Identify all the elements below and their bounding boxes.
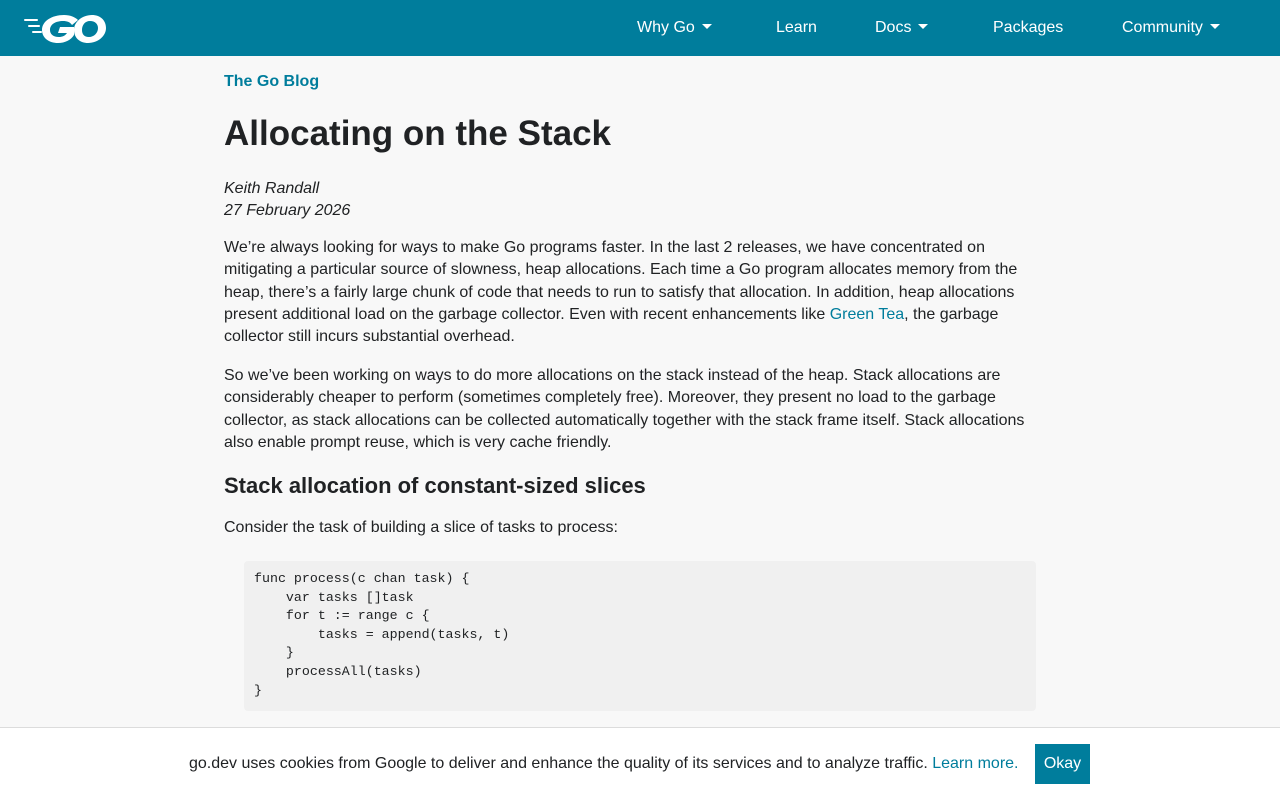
nav-packages-label: Packages (993, 19, 1064, 36)
section-heading: Stack allocation of constant-sized slice… (224, 473, 646, 498)
nav-docs[interactable]: Docs (875, 0, 929, 56)
nav-docs-label: Docs (875, 19, 912, 36)
cookie-banner: go.dev uses cookies from Google to deliv… (0, 727, 1280, 800)
green-tea-link[interactable]: Green Tea (830, 306, 904, 323)
nav-packages[interactable]: Packages (993, 0, 1063, 56)
paragraph-intro: We’re always looking for ways to make Go… (224, 237, 1036, 348)
chevron-down-icon (918, 24, 929, 30)
go-logo-icon[interactable] (24, 13, 108, 45)
paragraph-stack-allocations: So we’ve been working on ways to do more… (224, 367, 1025, 451)
top-navigation-bar: Why Go Learn Docs Packages Community (0, 0, 1280, 56)
blog-breadcrumb-link[interactable]: The Go Blog (224, 73, 319, 91)
article-author: Keith Randall (224, 180, 320, 197)
cookie-notice: go.dev uses cookies from Google to deliv… (189, 753, 1019, 775)
chevron-down-icon (701, 24, 712, 30)
nav-why-go-label: Why Go (637, 19, 695, 36)
nav-community[interactable]: Community (1122, 0, 1220, 56)
okay-button[interactable]: Okay (1035, 744, 1090, 784)
code-block: func process(c chan task) { var tasks []… (244, 561, 1036, 711)
nav-learn-label: Learn (776, 19, 817, 36)
nav-why-go[interactable]: Why Go (637, 0, 712, 56)
nav-community-label: Community (1122, 19, 1203, 36)
paragraph-consider: Consider the task of building a slice of… (224, 519, 618, 536)
chevron-down-icon (1209, 24, 1220, 30)
cookie-notice-text: go.dev uses cookies from Google to deliv… (189, 755, 933, 772)
article-date: 27 February 2026 (224, 202, 351, 219)
learn-more-link[interactable]: Learn more. (932, 755, 1018, 772)
article-title: Allocating on the Stack (224, 114, 611, 153)
nav-learn[interactable]: Learn (776, 0, 817, 56)
